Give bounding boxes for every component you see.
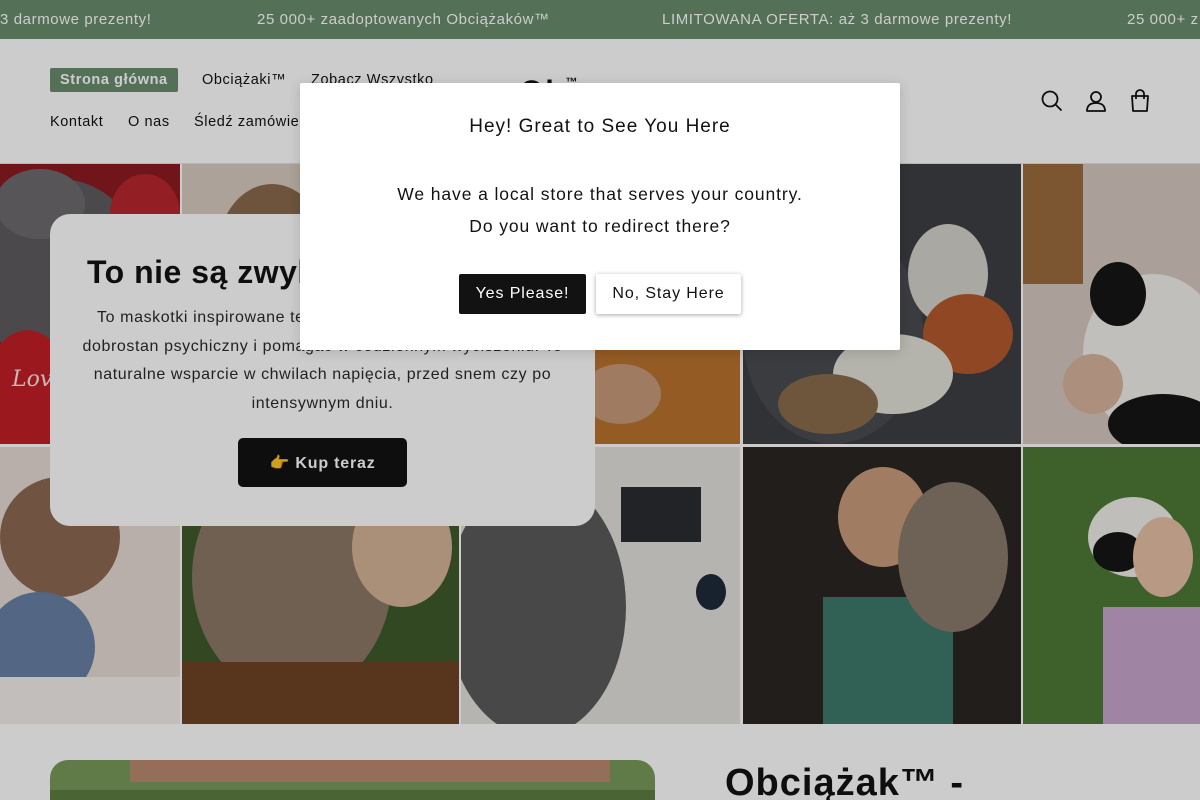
redirect-yes-button[interactable]: Yes Please!	[459, 274, 586, 314]
modal-line: We have a local store that serves your c…	[397, 184, 803, 204]
modal-line: Do you want to redirect there?	[469, 216, 731, 236]
modal-body: We have a local store that serves your c…	[300, 178, 900, 242]
modal-title: Hey! Great to See You Here	[469, 116, 731, 137]
geo-redirect-modal: Hey! Great to See You Here We have a loc…	[300, 83, 900, 350]
stay-here-button[interactable]: No, Stay Here	[596, 274, 741, 314]
